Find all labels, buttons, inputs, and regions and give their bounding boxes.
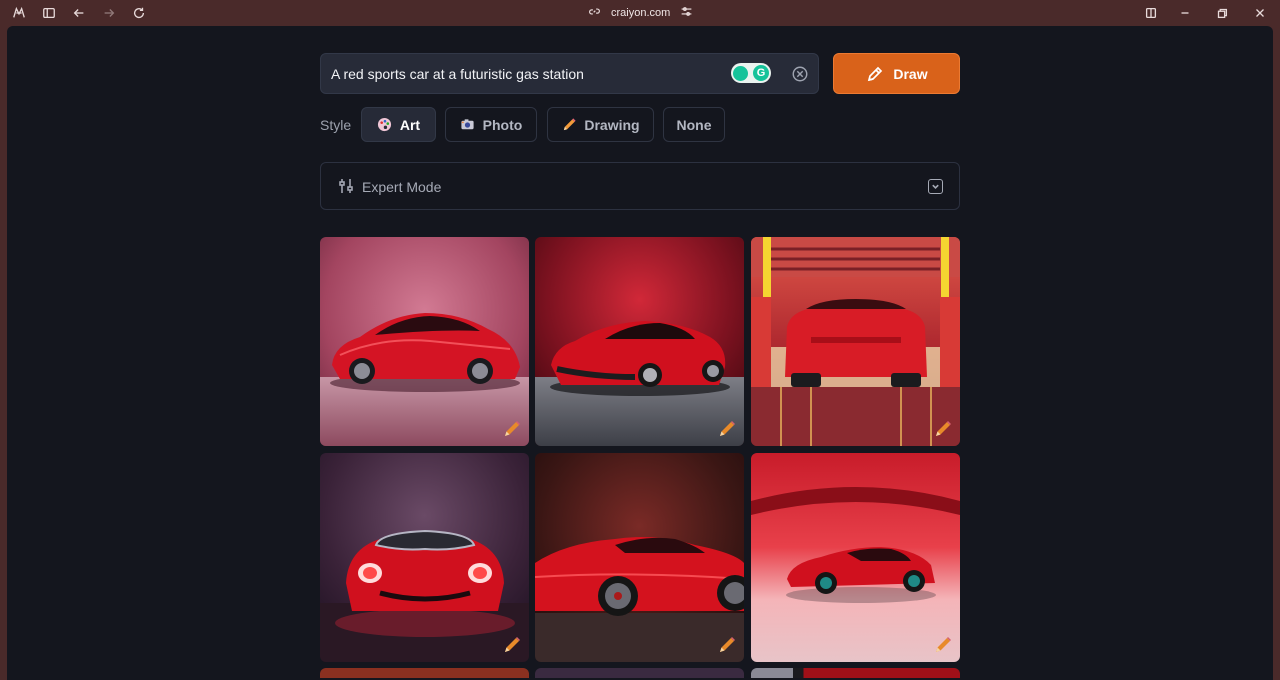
style-none-label: None [676, 116, 712, 133]
prompt-input[interactable]: A red sports car at a futuristic gas sta… [320, 53, 819, 94]
style-label: Style [320, 117, 352, 133]
expert-mode-label: Expert Mode [362, 179, 442, 195]
style-photo-button[interactable]: Photo [445, 107, 537, 142]
page-viewport: A red sports car at a futuristic gas sta… [7, 26, 1273, 680]
restore-icon[interactable] [1213, 4, 1231, 22]
split-view-icon[interactable] [1142, 4, 1160, 22]
palette-icon [377, 117, 393, 133]
draw-button[interactable]: Draw [833, 53, 960, 94]
edit-pencil-icon[interactable] [502, 419, 522, 439]
clear-prompt-button[interactable] [791, 65, 809, 83]
style-drawing-button[interactable]: Drawing [547, 107, 654, 142]
expert-mode-toggle[interactable]: Expert Mode [320, 162, 960, 210]
browser-toolbar: craiyon.com [0, 0, 1280, 26]
address-bar[interactable]: craiyon.com [588, 4, 693, 22]
grammarly-icon[interactable]: G [731, 63, 771, 83]
style-art-label: Art [399, 116, 421, 133]
result-image-6[interactable] [751, 453, 960, 662]
clear-icon [792, 66, 808, 82]
edit-pencil-icon[interactable] [717, 635, 737, 655]
draw-label: Draw [893, 65, 928, 82]
result-image-9[interactable] [751, 668, 960, 678]
style-none-button[interactable]: None [663, 107, 725, 142]
site-settings-icon[interactable] [680, 5, 693, 21]
style-drawing-label: Drawing [584, 116, 640, 133]
link-icon [588, 5, 601, 21]
copilot-icon[interactable] [10, 4, 28, 22]
pencil-icon [868, 66, 883, 81]
result-image-7[interactable] [320, 668, 529, 678]
sliders-icon [337, 177, 355, 195]
result-image-3[interactable] [751, 237, 960, 446]
result-image-4[interactable] [320, 453, 529, 662]
edit-pencil-icon[interactable] [717, 419, 737, 439]
close-icon[interactable] [1251, 4, 1269, 22]
camera-icon [460, 117, 476, 133]
style-art-button[interactable]: Art [361, 107, 436, 142]
edit-pencil-icon[interactable] [933, 419, 953, 439]
edit-pencil-icon[interactable] [933, 635, 953, 655]
chevron-down-icon[interactable] [928, 179, 943, 194]
result-image-2[interactable] [535, 237, 744, 446]
address-url[interactable]: craiyon.com [611, 7, 670, 19]
forward-icon[interactable] [100, 4, 118, 22]
edit-pencil-icon[interactable] [502, 635, 522, 655]
refresh-icon[interactable] [130, 4, 148, 22]
sidebar-toggle-icon[interactable] [40, 4, 58, 22]
result-image-1[interactable] [320, 237, 529, 446]
style-photo-label: Photo [482, 116, 523, 133]
result-image-8[interactable] [535, 668, 744, 678]
result-image-5[interactable] [535, 453, 744, 662]
back-icon[interactable] [70, 4, 88, 22]
minimize-icon[interactable] [1176, 4, 1194, 22]
pencil-icon [561, 117, 577, 133]
prompt-text[interactable]: A red sports car at a futuristic gas sta… [331, 66, 584, 82]
